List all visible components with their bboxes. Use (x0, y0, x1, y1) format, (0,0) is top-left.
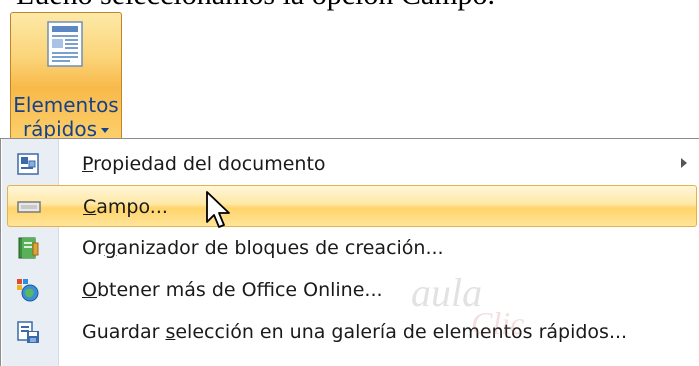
menu-item-label: Organizador de bloques de creación... (82, 237, 444, 259)
save-selection-icon (17, 321, 39, 343)
menu-item-document-property[interactable]: Propiedad del documento (7, 143, 697, 185)
watermark-text-secondary: Clic (471, 305, 525, 341)
quick-parts-icon (47, 21, 83, 67)
menu-item-label: Guardar selección en una galería de elem… (82, 321, 628, 343)
menu-item-field[interactable]: Campo... (7, 185, 697, 227)
menu-item-building-blocks-organizer[interactable]: Organizador de bloques de creación... (7, 227, 697, 269)
menu-item-office-online[interactable]: Obtener más de Office Online... (7, 269, 697, 311)
field-icon (17, 201, 41, 213)
menu-item-label: Obtener más de Office Online... (82, 279, 383, 301)
dropdown-arrow-icon (101, 128, 110, 133)
instruction-caption: Lueno seleccionamos la opción Campo. (16, 0, 495, 12)
quick-parts-menu: Propiedad del documento Campo... Organiz… (0, 138, 699, 366)
document-property-icon (17, 153, 39, 175)
quick-parts-button[interactable]: Elementos rápidos (10, 12, 122, 141)
menu-item-label: Campo... (83, 196, 168, 218)
submenu-arrow-icon (681, 158, 687, 168)
menu-item-label: Propiedad del documento (82, 153, 326, 175)
building-blocks-icon (18, 237, 39, 259)
quick-parts-label-line1: Elementos (13, 93, 119, 117)
office-online-icon (17, 279, 39, 302)
menu-item-save-selection[interactable]: Guardar selección en una galería de elem… (7, 311, 697, 353)
mouse-cursor-icon (206, 191, 230, 228)
